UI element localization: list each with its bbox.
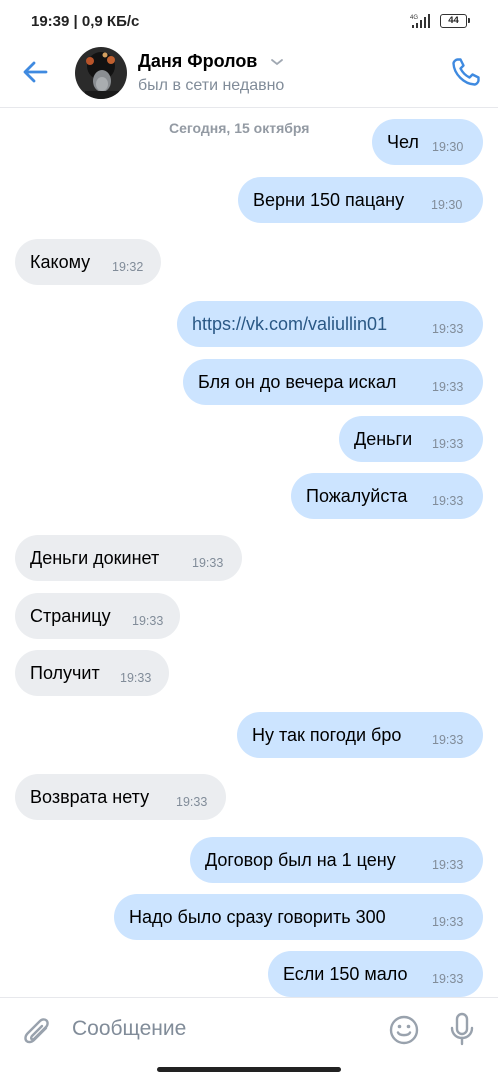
status-time-speed: 19:39 | 0,9 КБ/с [31, 13, 140, 30]
message-time: 19:33 [432, 972, 464, 986]
status-bar: 19:39 | 0,9 КБ/с 4G 44 [0, 0, 498, 42]
message-text: Договор был на 1 цену [205, 850, 396, 870]
message-text: Чел [387, 132, 419, 152]
battery-level: 44 [448, 15, 459, 26]
message-text: Возврата нету [30, 787, 150, 807]
message-text: Ну так погоди бро [252, 725, 402, 745]
message-time: 19:33 [432, 380, 464, 394]
incoming-message[interactable]: Какому 19:32 [15, 239, 161, 285]
message-time: 19:33 [432, 494, 464, 508]
incoming-message[interactable]: Получит 19:33 [15, 650, 169, 696]
message-text: Пожалуйста [306, 486, 408, 506]
message-time: 19:30 [432, 140, 464, 154]
message-time: 19:33 [132, 614, 164, 628]
outgoing-message[interactable]: Бля он до вечера искал 19:33 [183, 359, 483, 405]
chat-header: Даня Фролов был в сети недавно [0, 42, 498, 108]
home-indicator[interactable] [157, 1067, 341, 1072]
microphone-icon[interactable] [448, 1012, 476, 1048]
back-arrow-icon[interactable] [16, 56, 56, 88]
message-time: 19:33 [192, 556, 224, 570]
message-time: 19:30 [431, 198, 463, 212]
message-input[interactable] [72, 1012, 372, 1046]
message-time: 19:33 [432, 915, 464, 929]
message-text: Страницу [30, 606, 111, 626]
message-text: Получит [30, 663, 100, 683]
paperclip-icon[interactable] [20, 1013, 54, 1049]
signal-icon: 4G [410, 14, 430, 28]
message-time: 19:32 [112, 260, 144, 274]
message-text: Если 150 мало [283, 964, 408, 984]
network-type: 4G [410, 15, 418, 21]
message-text: Какому [30, 252, 91, 272]
message-time: 19:33 [432, 437, 464, 451]
phone-icon[interactable] [448, 54, 484, 90]
date-separator: Сегодня, 15 октября [169, 120, 310, 136]
outgoing-message[interactable]: https://vk.com/valiullin01 19:33 [177, 301, 483, 347]
message-link[interactable]: https://vk.com/valiullin01 [192, 314, 387, 335]
outgoing-message[interactable]: Деньги 19:33 [339, 416, 483, 462]
chevron-down-icon[interactable] [270, 57, 284, 67]
outgoing-message[interactable]: Договор был на 1 цену 19:33 [190, 837, 483, 883]
outgoing-message[interactable]: Ну так погоди бро 19:33 [237, 712, 483, 758]
message-text: Надо было сразу говорить 300 [129, 907, 386, 927]
message-time: 19:33 [176, 795, 208, 809]
incoming-message[interactable]: Деньги докинет 19:33 [15, 535, 242, 581]
contact-status: был в сети недавно [138, 77, 285, 94]
outgoing-message[interactable]: Если 150 мало 19:33 [268, 951, 483, 997]
contact-name[interactable]: Даня Фролов [138, 51, 257, 72]
message-time: 19:33 [120, 671, 152, 685]
message-text: Бля он до вечера искал [198, 372, 397, 392]
message-text: Верни 150 пацану [253, 190, 405, 210]
outgoing-message[interactable]: Верни 150 пацану 19:30 [238, 177, 483, 223]
emoji-icon[interactable] [388, 1014, 420, 1046]
message-text: Деньги докинет [30, 548, 160, 568]
message-time: 19:33 [432, 322, 464, 336]
message-time: 19:33 [432, 733, 464, 747]
message-composer [0, 997, 498, 1080]
outgoing-message[interactable]: Надо было сразу говорить 300 19:33 [114, 894, 483, 940]
battery-icon: 44 [440, 14, 470, 28]
incoming-message[interactable]: Страницу 19:33 [15, 593, 180, 639]
outgoing-message[interactable]: Чел 19:30 [372, 119, 483, 165]
message-text: Деньги [354, 429, 413, 449]
avatar[interactable] [75, 47, 127, 99]
incoming-message[interactable]: Возврата нету 19:33 [15, 774, 226, 820]
outgoing-message[interactable]: Пожалуйста 19:33 [291, 473, 483, 519]
message-time: 19:33 [432, 858, 464, 872]
